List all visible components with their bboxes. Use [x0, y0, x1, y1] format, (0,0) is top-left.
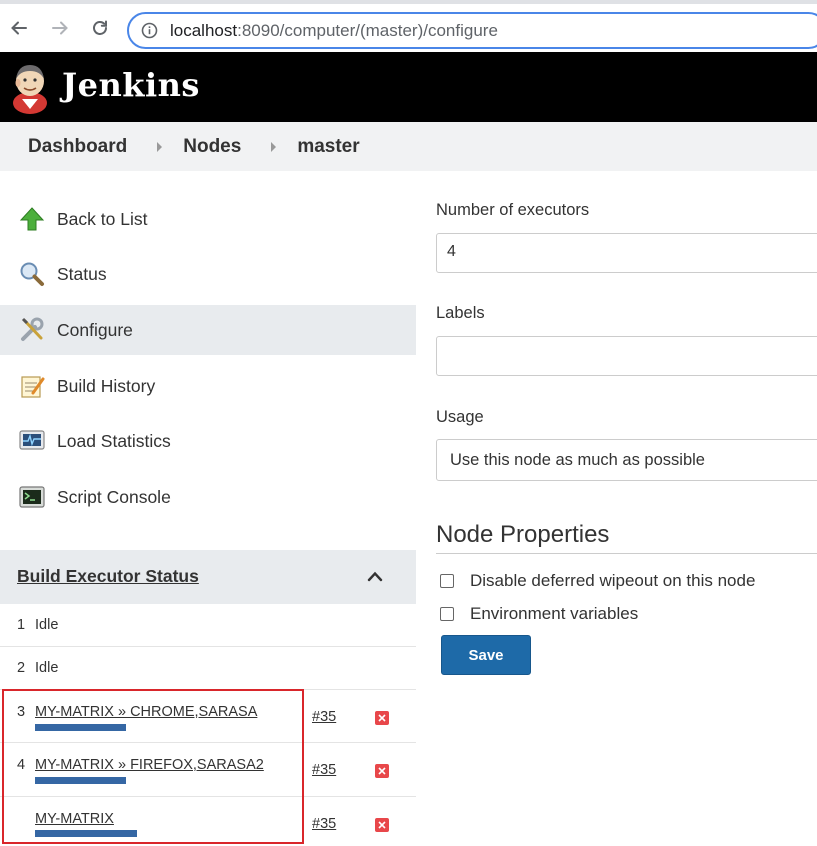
executors-input[interactable]: 4	[436, 233, 817, 273]
jenkins-title[interactable]: Jenkins	[62, 66, 200, 104]
usage-label: Usage	[436, 408, 484, 426]
executor-row: 1 Idle	[0, 604, 416, 647]
chevron-up-icon[interactable]	[366, 569, 384, 587]
terminal-icon	[18, 483, 46, 511]
highlight-box	[2, 689, 304, 844]
disable-wipeout-checkbox[interactable]	[440, 574, 454, 588]
sidebar-item-build-history[interactable]: Build History	[0, 361, 416, 411]
sidebar-item-script-console[interactable]: Script Console	[0, 472, 416, 522]
stop-build-icon[interactable]	[375, 764, 389, 778]
executor-row: 2 Idle	[0, 647, 416, 690]
environment-variables-label[interactable]: Environment variables	[470, 604, 638, 624]
jenkins-logo-icon[interactable]	[10, 59, 50, 115]
sidebar-item-label: Script Console	[57, 486, 171, 507]
usage-select[interactable]: Use this node as much as possible	[436, 439, 817, 481]
browser-toolbar: localhost:8090/computer/(master)/configu…	[0, 0, 817, 52]
address-bar[interactable]: localhost:8090/computer/(master)/configu…	[127, 12, 817, 49]
breadcrumb-nodes[interactable]: Nodes	[183, 136, 241, 158]
save-button[interactable]: Save	[441, 635, 531, 675]
build-executor-status-title[interactable]: Build Executor Status	[17, 566, 199, 587]
forward-arrow-icon[interactable]	[49, 17, 71, 39]
executor-number: 1	[17, 617, 26, 633]
sidebar-item-label: Load Statistics	[57, 430, 171, 451]
jenkins-header: Jenkins	[0, 52, 817, 122]
sidebar: Back to List Status Configure Build Hist…	[0, 171, 416, 846]
environment-variables-option: Environment variables	[440, 604, 638, 623]
sidebar-item-back-to-list[interactable]: Back to List	[0, 194, 416, 244]
executor-status: Idle	[35, 660, 59, 676]
breadcrumb-separator-icon	[157, 141, 163, 152]
breadcrumb: Dashboard Nodes master	[0, 122, 817, 171]
sidebar-item-configure[interactable]: Configure	[0, 305, 416, 355]
breadcrumb-dashboard[interactable]: Dashboard	[28, 136, 127, 158]
sidebar-item-status[interactable]: Status	[0, 249, 416, 299]
labels-label: Labels	[436, 304, 485, 322]
magnifier-icon	[18, 260, 46, 288]
executor-build-link[interactable]: #35	[312, 762, 336, 778]
sidebar-item-label: Status	[57, 263, 107, 284]
sidebar-item-label: Build History	[57, 375, 156, 396]
section-divider	[436, 553, 817, 554]
configure-form: Number of executors 4 Labels Usage Use t…	[416, 171, 817, 846]
executor-build-link[interactable]: #35	[312, 709, 336, 725]
disable-wipeout-label[interactable]: Disable deferred wipeout on this node	[470, 571, 755, 591]
executor-number: 2	[17, 660, 26, 676]
url-text: localhost:8090/computer/(master)/configu…	[170, 21, 498, 41]
wrench-screwdriver-icon	[18, 316, 46, 344]
url-path: :8090/computer/(master)/configure	[237, 21, 498, 40]
executors-label: Number of executors	[436, 201, 590, 219]
breadcrumb-separator-icon	[271, 141, 277, 152]
monitor-graph-icon	[18, 427, 46, 455]
stop-build-icon[interactable]	[375, 711, 389, 725]
up-arrow-icon	[18, 205, 46, 233]
back-arrow-icon[interactable]	[8, 17, 30, 39]
stop-build-icon[interactable]	[375, 818, 389, 832]
executor-build-link[interactable]: #35	[312, 816, 336, 832]
build-executor-status-header: Build Executor Status	[0, 550, 416, 604]
node-properties-title: Node Properties	[436, 521, 610, 548]
sidebar-item-load-statistics[interactable]: Load Statistics	[0, 416, 416, 466]
sidebar-item-label: Back to List	[57, 208, 148, 229]
info-icon[interactable]	[141, 22, 158, 44]
disable-wipeout-option: Disable deferred wipeout on this node	[440, 571, 755, 590]
environment-variables-checkbox[interactable]	[440, 607, 454, 621]
breadcrumb-master[interactable]: master	[297, 136, 359, 158]
reload-icon[interactable]	[89, 17, 111, 39]
sidebar-item-label: Configure	[57, 319, 133, 340]
url-host: localhost	[170, 21, 238, 40]
notepad-icon	[18, 372, 46, 400]
executor-status: Idle	[35, 617, 59, 633]
labels-input[interactable]	[436, 336, 817, 376]
